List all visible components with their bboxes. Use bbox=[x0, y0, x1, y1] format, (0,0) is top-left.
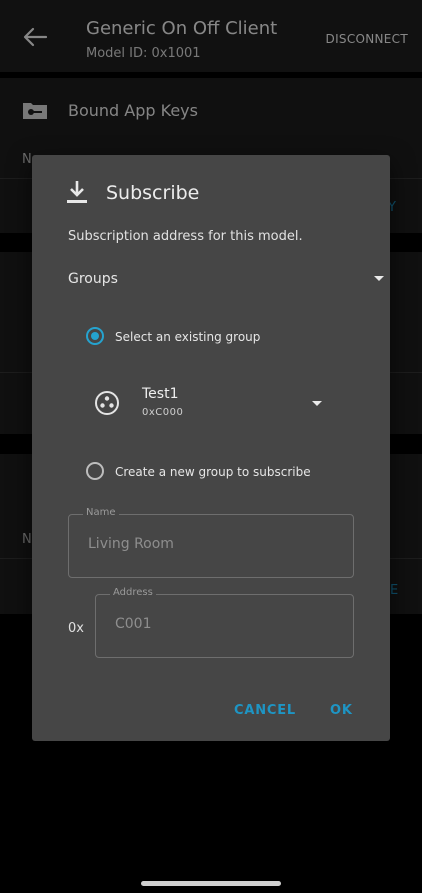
chevron-down-icon bbox=[312, 401, 322, 406]
existing-group-label[interactable]: Select an existing group bbox=[115, 330, 260, 344]
group-address: 0xC000 bbox=[142, 407, 184, 418]
group-name-field-label: Name bbox=[83, 507, 119, 518]
chevron-down-icon bbox=[374, 276, 384, 281]
group-address-field-label: Address bbox=[110, 587, 156, 598]
download-icon bbox=[67, 181, 87, 203]
address-prefix: 0x bbox=[68, 621, 84, 636]
gesture-nav-handle[interactable] bbox=[141, 881, 281, 886]
group-address-field[interactable]: Address bbox=[95, 587, 354, 658]
dialog-title: Subscribe bbox=[106, 182, 200, 204]
group-address-input[interactable] bbox=[113, 615, 337, 633]
group-name-input[interactable] bbox=[86, 535, 310, 553]
dialog-description: Subscription address for this model. bbox=[68, 229, 303, 244]
new-group-label[interactable]: Create a new group to subscribe bbox=[115, 465, 311, 479]
new-group-radio[interactable] bbox=[86, 462, 104, 480]
address-type-dropdown[interactable]: Groups bbox=[68, 267, 384, 293]
ok-button[interactable]: OK bbox=[330, 703, 353, 718]
existing-group-radio[interactable] bbox=[86, 327, 104, 345]
cancel-button[interactable]: CANCEL bbox=[234, 703, 296, 718]
group-select-dropdown[interactable]: Test1 0xC000 bbox=[94, 383, 334, 427]
group-name: Test1 bbox=[142, 386, 179, 402]
subscribe-dialog: Subscribe Subscription address for this … bbox=[32, 155, 390, 741]
group-name-field[interactable]: Name bbox=[68, 507, 354, 578]
group-icon bbox=[95, 391, 119, 415]
address-type-value: Groups bbox=[68, 271, 118, 287]
